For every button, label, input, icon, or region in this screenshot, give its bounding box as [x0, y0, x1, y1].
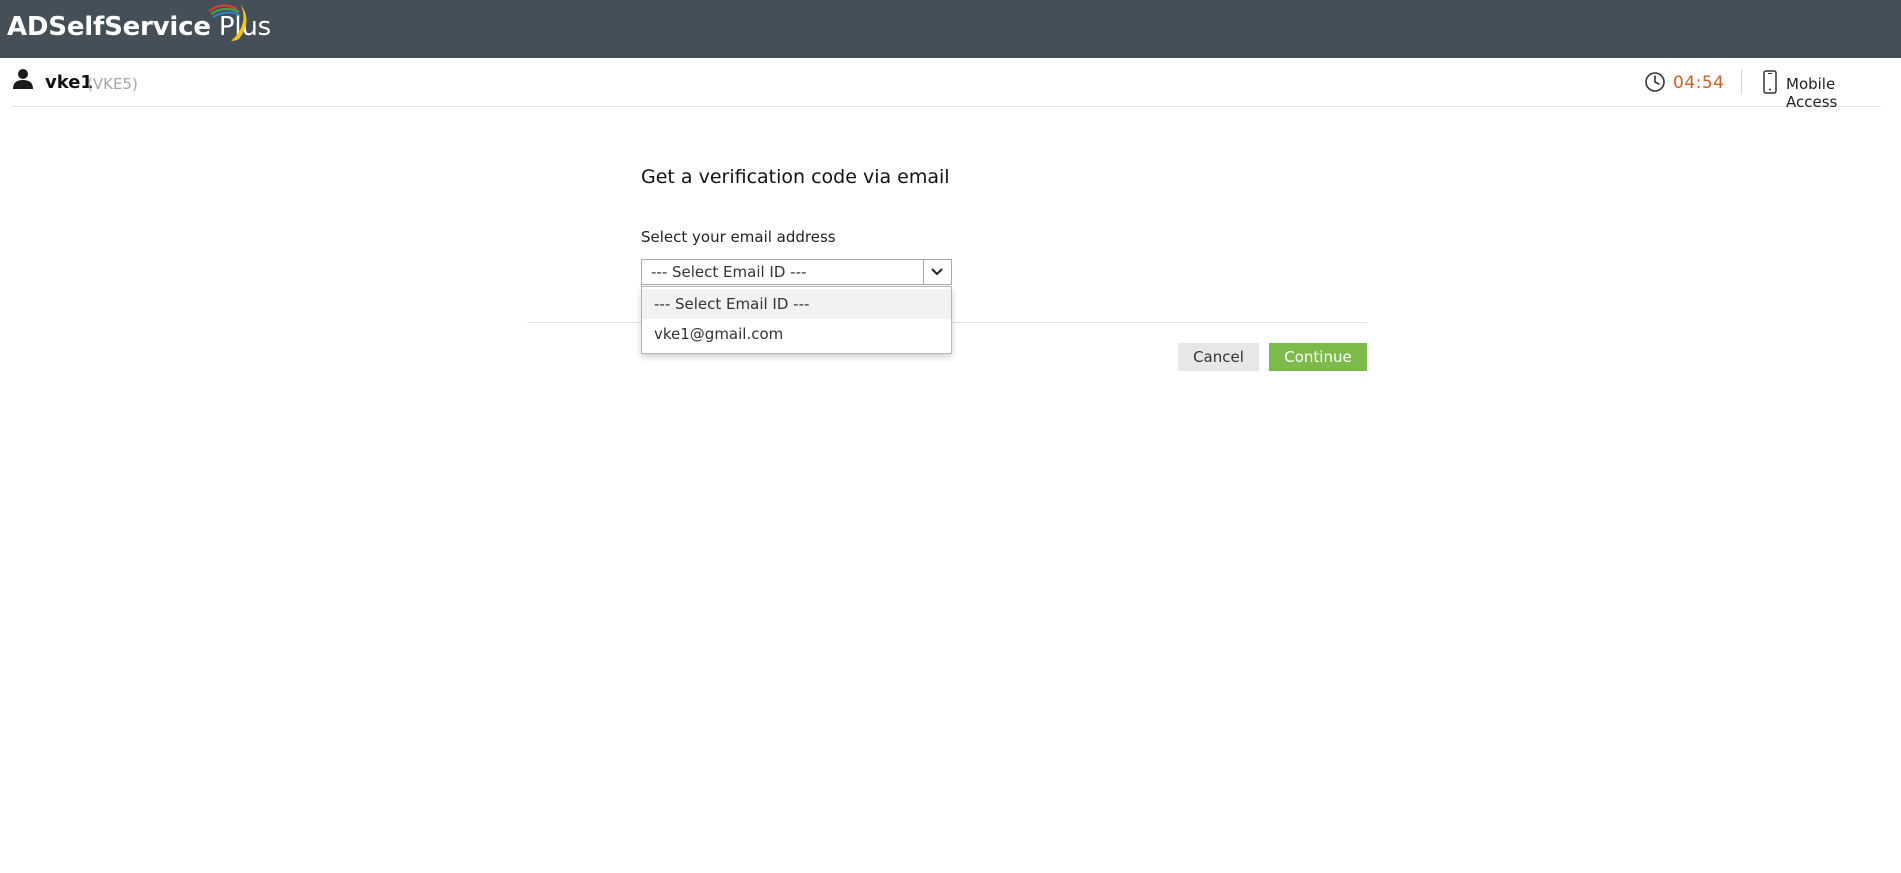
page-title: Get a verification code via email: [641, 166, 950, 188]
brand-name: ADSelfService: [7, 12, 211, 42]
session-timer: 04:54: [1673, 73, 1725, 93]
cancel-button[interactable]: Cancel: [1178, 343, 1259, 371]
email-select-value: --- Select Email ID ---: [651, 263, 807, 281]
dropdown-toggle-button[interactable]: [923, 260, 951, 284]
top-header-bar: ADSelfService Plus: [0, 0, 1901, 58]
clock-icon: [1645, 72, 1665, 92]
mobile-access-link[interactable]: Mobile Access: [1786, 75, 1881, 111]
username: vke1: [45, 72, 93, 93]
user-domain: (VKE5): [87, 75, 138, 93]
dropdown-option[interactable]: --- Select Email ID ---: [642, 289, 951, 319]
continue-button[interactable]: Continue: [1269, 343, 1367, 371]
header-divider: [1741, 70, 1742, 94]
logo-swoosh-icon: [208, 4, 247, 41]
mobile-phone-icon[interactable]: [1762, 70, 1778, 94]
email-select-label: Select your email address: [641, 228, 836, 246]
email-dropdown-list: --- Select Email ID --- vke1@gmail.com: [641, 286, 952, 354]
user-icon: [13, 69, 33, 89]
chevron-down-icon: [931, 268, 943, 276]
user-info-bar: vke1 (VKE5) 04:54 Mobile Access: [12, 58, 1881, 111]
dropdown-option[interactable]: vke1@gmail.com: [642, 319, 951, 349]
email-select[interactable]: --- Select Email ID ---: [641, 259, 952, 285]
